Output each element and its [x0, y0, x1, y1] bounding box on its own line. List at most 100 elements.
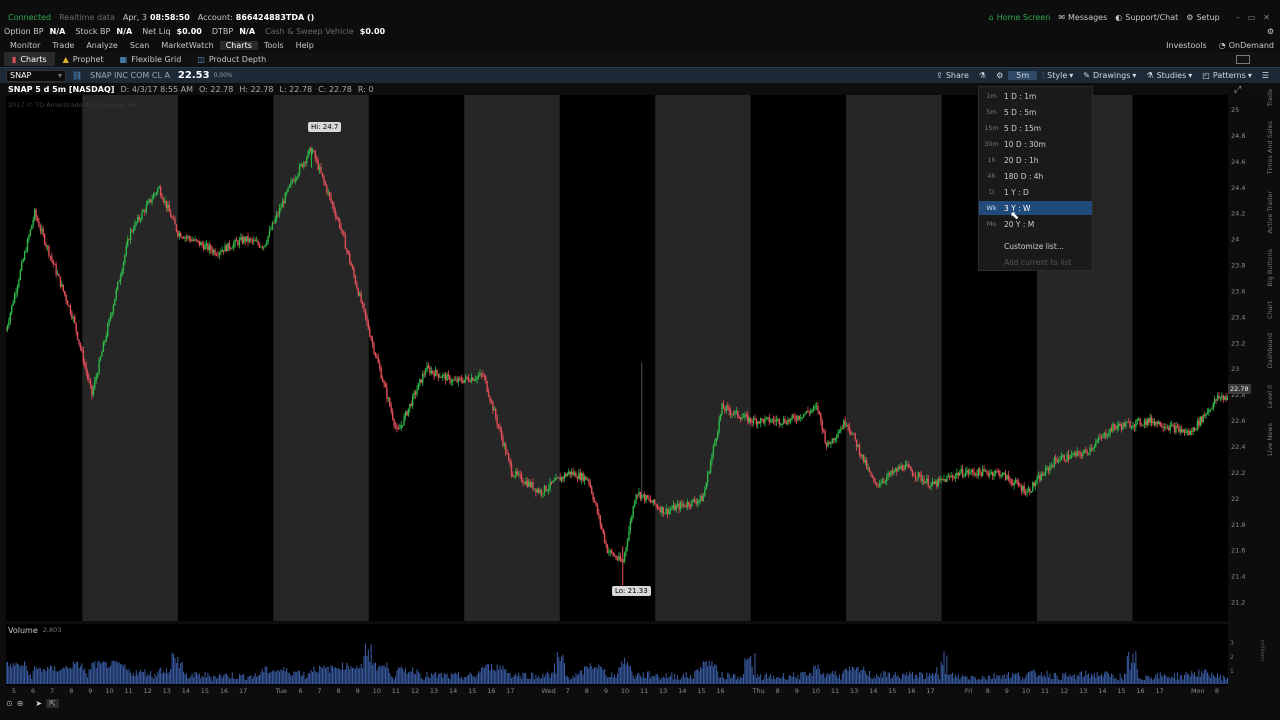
dropdown-item-5m[interactable]: 5m 5 D : 5m [979, 105, 1092, 119]
zoom-icon[interactable]: ⊕ [17, 699, 24, 708]
dropdown-item-wk[interactable]: Wk 3 Y : W [979, 201, 1092, 215]
side-tab-chart[interactable]: Chart [1266, 301, 1280, 319]
dropdown-item-4h[interactable]: 4h 180 D : 4h [979, 169, 1092, 183]
candle-body [854, 434, 856, 440]
volume-pane[interactable] [5, 624, 1229, 686]
menu-scan[interactable]: Scan [124, 41, 155, 50]
link-icon[interactable]: ⛓ [72, 71, 82, 80]
menu-trade[interactable]: Trade [46, 41, 80, 50]
dropdown-item-15m[interactable]: 15m 5 D : 15m [979, 121, 1092, 135]
menu-icon[interactable]: ☰ [1257, 71, 1274, 80]
tab-charts[interactable]: ▮ Charts [4, 52, 55, 66]
menu-charts[interactable]: Charts [219, 40, 258, 50]
dropdown-item-1h[interactable]: 1h 20 D : 1h [979, 153, 1092, 167]
side-tab-dashboard[interactable]: Dashboard [1266, 333, 1280, 368]
time-tick-label: Mon [1191, 687, 1205, 695]
volume-bar [841, 673, 843, 684]
menu-marketwatch[interactable]: MarketWatch [155, 41, 219, 50]
volume-bar [521, 678, 523, 684]
side-tab-trade[interactable]: Trade [1266, 89, 1280, 107]
gear-icon[interactable]: ⚙ [991, 71, 1008, 80]
expand-icon[interactable]: ⤢ [1234, 85, 1241, 95]
volume-bar [824, 677, 826, 684]
account-selector[interactable]: 866424883TDA () [236, 13, 314, 22]
gear-icon[interactable]: ⚙ [1267, 27, 1274, 36]
volume-bar [735, 679, 737, 684]
cursor-icon[interactable]: ➤ [35, 699, 42, 708]
customize-list-item[interactable]: Customize list... [979, 239, 1092, 253]
volume-bar [1040, 672, 1042, 684]
volume-bar [144, 669, 146, 684]
investools-link[interactable]: Investools [1166, 41, 1207, 50]
candle-body [68, 305, 70, 307]
depth-icon: ◫ [197, 54, 205, 64]
volume-bar [423, 680, 425, 684]
patterns-button[interactable]: ◰ Patterns ▾ [1197, 71, 1257, 80]
candle-body [502, 436, 504, 446]
side-tab-active-trader[interactable]: Active Trader [1266, 191, 1280, 234]
candle-body [1138, 419, 1140, 420]
candle-body [177, 231, 179, 237]
volume-bar [58, 670, 60, 684]
close-icon[interactable]: ✕ [1263, 13, 1270, 22]
side-tab-times-and-sales[interactable]: Times And Sales [1266, 121, 1280, 174]
candle-body [729, 411, 732, 415]
candle-body [167, 204, 169, 208]
side-tab-big-buttons[interactable]: Big Buttons [1266, 249, 1280, 287]
side-tab-live-news[interactable]: Live News [1266, 423, 1280, 456]
share-button[interactable]: ⇪ Share [931, 71, 974, 80]
home-screen-link[interactable]: Home Screen [997, 13, 1051, 22]
messages-link[interactable]: Messages [1068, 13, 1107, 22]
minimize-icon[interactable]: – [1236, 13, 1240, 22]
pan-icon[interactable]: ⇱ [46, 698, 59, 708]
support-chat-link[interactable]: Support/Chat [1125, 13, 1178, 22]
tab-prophet[interactable]: ▲ Prophet [55, 52, 112, 66]
menu-help[interactable]: Help [290, 41, 320, 50]
setup-link[interactable]: Setup [1196, 13, 1219, 22]
ondemand-icon: ◔ [1218, 40, 1226, 50]
candle-body [151, 199, 153, 203]
volume-bar [334, 666, 336, 684]
volume-bar [751, 666, 753, 684]
studies-button[interactable]: ⚗ Studies ▾ [1141, 71, 1197, 80]
candle-body [101, 351, 103, 357]
time-tick-label: 9 [356, 687, 360, 695]
dropdown-item-1m[interactable]: 1m 1 D : 1m [979, 89, 1092, 103]
style-button[interactable]: ⫶ Style ▾ [1037, 71, 1078, 81]
dropdown-item-30m[interactable]: 30m 10 D : 30m [979, 137, 1092, 151]
candle-body [573, 472, 576, 475]
candle-body [207, 243, 209, 251]
menu-monitor[interactable]: Monitor [4, 41, 46, 50]
crosshair-icon[interactable]: ⊙ [6, 699, 13, 708]
dropdown-item-d[interactable]: D 1 Y : D [979, 185, 1092, 199]
candle-body [732, 413, 735, 415]
candle-body [1155, 421, 1157, 425]
company-name: SNAP INC COM CL A [90, 71, 170, 80]
tab-flexible-grid[interactable]: ▦ Flexible Grid [112, 52, 190, 66]
ondemand-link[interactable]: OnDemand [1229, 41, 1274, 50]
volume-bar [1030, 670, 1032, 684]
candle-body [911, 471, 914, 475]
symbol-input[interactable]: SNAP ▾ [6, 69, 66, 82]
volume-bar [949, 674, 951, 684]
net-liq-value: $0.00 [176, 27, 202, 36]
volume-bar [68, 668, 70, 684]
dropdown-item-mo[interactable]: Mo 20 Y : M [979, 217, 1092, 231]
candle-body [602, 528, 604, 534]
menu-tools[interactable]: Tools [258, 41, 290, 50]
time-tick-label: 14 [869, 687, 877, 695]
drawings-button[interactable]: ✎ Drawings ▾ [1078, 71, 1141, 80]
side-tab-level-ii[interactable]: Level II [1266, 385, 1280, 408]
volume-bar [55, 670, 57, 684]
tab-product-depth[interactable]: ◫ Product Depth [189, 52, 274, 66]
layout-icon[interactable] [1236, 54, 1250, 64]
timeframe-selector[interactable]: 5m [1008, 71, 1038, 80]
flask-icon[interactable]: ⚗ [974, 71, 991, 80]
maximize-icon[interactable]: ▭ [1248, 13, 1256, 22]
volume-bar [101, 662, 103, 684]
menu-analyze[interactable]: Analyze [80, 41, 124, 50]
candle-body [904, 464, 907, 470]
home-icon: ⌂ [988, 13, 994, 22]
candle-body [632, 506, 634, 517]
candle-body [512, 474, 514, 477]
